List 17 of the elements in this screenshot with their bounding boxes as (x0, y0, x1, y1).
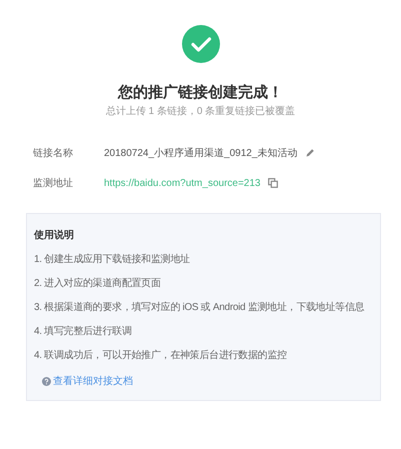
help-icon (42, 376, 51, 386)
instruction-step: 2. 进入对应的渠道商配置页面 (34, 278, 376, 290)
instruction-step: 3. 根据渠道商的要求，填写对应的 iOS 或 Android 监测地址，下载地址等信息 (34, 302, 376, 314)
link-name: 20180724_小程序通用渠道_0912_未知活动 (104, 146, 298, 160)
tracking-url: https://baidu.com?utm_source=213 (104, 178, 260, 188)
upload-summary: 总计上传 1 条链接，0 条重复链接已被覆盖 (106, 105, 296, 119)
page-title: 您的推广链接创建完成！ (118, 83, 283, 103)
instructions-heading: 使用说明 (34, 228, 75, 242)
success-check-icon (182, 25, 220, 63)
docs-link[interactable]: 查看详细对接文档 (42, 374, 376, 388)
instruction-step: 1. 创建生成应用下载链接和监测地址 (34, 254, 376, 266)
field-label: 链接名称 (33, 146, 74, 160)
instruction-step: 4. 联调成功后，可以开始推广，在神策后台进行数据的监控 (34, 350, 376, 362)
pencil-icon[interactable] (305, 148, 316, 158)
field-label: 监测地址 (33, 176, 74, 190)
instruction-step: 4. 填写完整后进行联调 (34, 326, 376, 338)
copy-icon[interactable] (268, 178, 278, 188)
